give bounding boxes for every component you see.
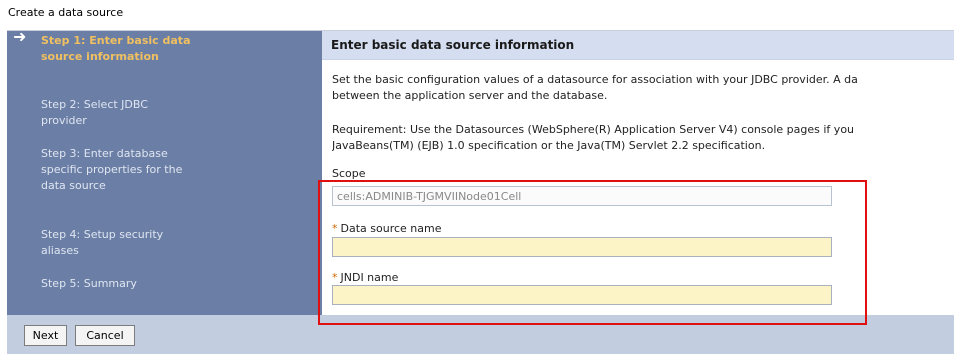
content-panel: Enter basic data source information Set … — [322, 31, 954, 315]
asterisk-icon: * — [332, 271, 338, 284]
requirement-line-2: JavaBeans(TM) (EJB) 1.0 specification or… — [332, 139, 766, 152]
section-title: Enter basic data source information — [331, 38, 575, 52]
description-line-2: between the application server and the d… — [332, 89, 608, 102]
requirement-line-1: Requirement: Use the Datasources (WebSph… — [332, 123, 855, 136]
step-2: Step 2: Select JDBC provider — [41, 98, 148, 127]
jndi-name-input[interactable] — [332, 285, 832, 305]
scope-label: Scope — [332, 167, 366, 180]
scope-field — [332, 186, 832, 206]
data-source-name-input[interactable] — [332, 237, 832, 257]
step-3: Step 3: Enter database specific properti… — [41, 147, 183, 192]
description-line-1: Set the basic configuration values of a … — [332, 73, 858, 86]
data-source-name-label: * Data source name — [332, 222, 441, 235]
section-header: Enter basic data source information — [322, 31, 954, 60]
step-4: Step 4: Setup security aliases — [41, 228, 164, 257]
step-5: Step 5: Summary — [41, 277, 137, 290]
step-1-current: Step 1: Enter basic data source informat… — [41, 34, 191, 63]
asterisk-icon: * — [332, 222, 338, 235]
next-button[interactable]: Next — [24, 325, 67, 346]
wizard-panel: ➜ Step 1: Enter basic data source inform… — [7, 27, 954, 354]
wizard-footer: Next Cancel — [7, 315, 954, 354]
cancel-button[interactable]: Cancel — [75, 325, 135, 346]
data-source-name-label-text: Data source name — [340, 222, 442, 235]
arrow-right-icon: ➜ — [13, 27, 27, 46]
jndi-name-label: * JNDI name — [332, 271, 398, 284]
wizard-steps-nav: ➜ Step 1: Enter basic data source inform… — [7, 27, 322, 315]
page-title: Create a data source — [8, 6, 124, 19]
jndi-name-label-text: JNDI name — [340, 271, 399, 284]
